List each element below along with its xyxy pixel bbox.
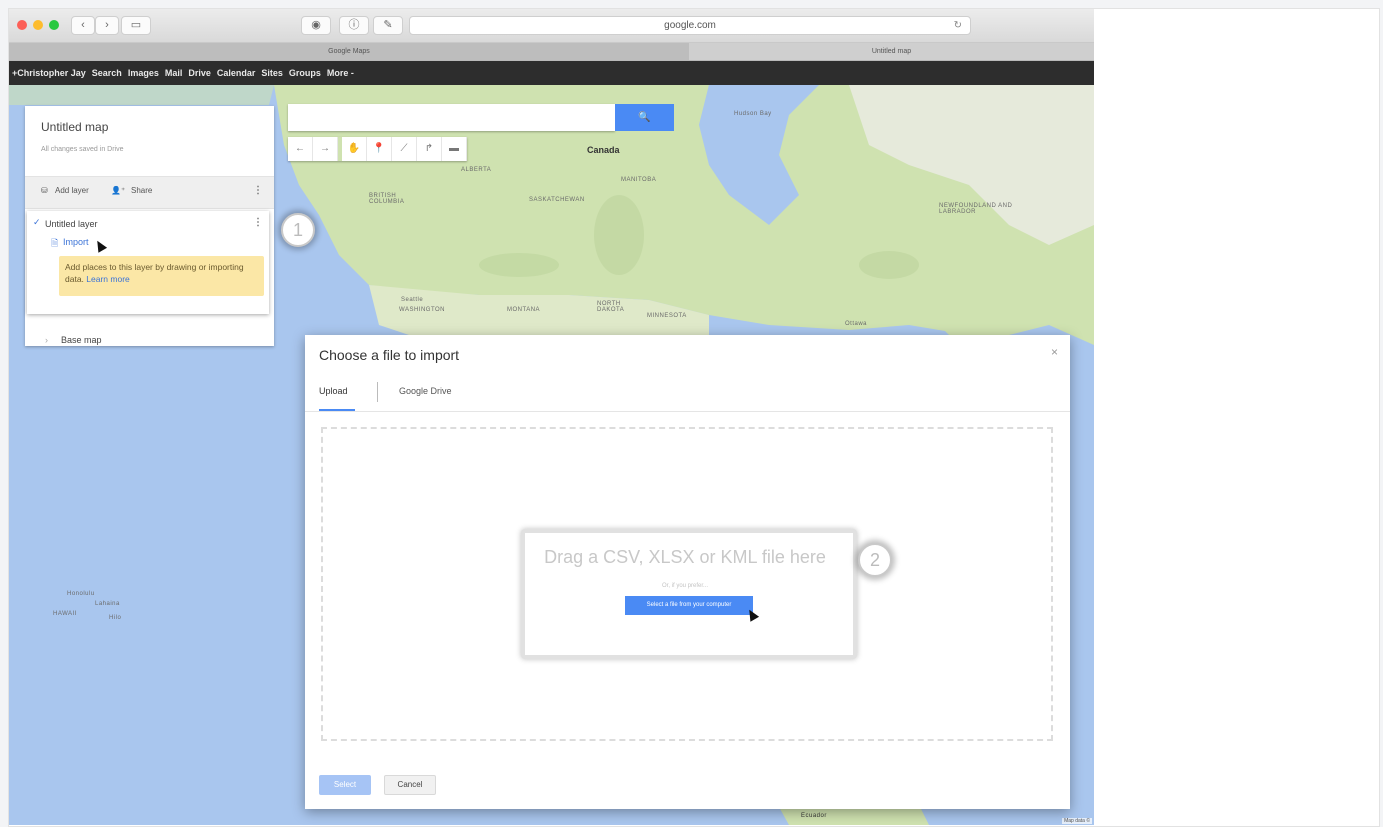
draw-line-icon[interactable]: ⟋ xyxy=(392,137,417,161)
share-icon[interactable]: 👤⁺ xyxy=(111,186,125,195)
back-arrow-icon[interactable]: ‹ xyxy=(71,16,95,35)
map-label-canada: Canada xyxy=(587,145,620,155)
google-bar-sites[interactable]: Sites xyxy=(258,68,286,78)
minimize-window-dot[interactable] xyxy=(33,20,43,30)
tab-google-maps[interactable]: Google Maps xyxy=(9,43,689,60)
pin-icon[interactable]: ✎ xyxy=(373,16,403,35)
directions-icon[interactable]: ↱ xyxy=(417,137,442,161)
sidebar-icon[interactable]: ▭ xyxy=(121,16,151,35)
google-bar-mail[interactable]: Mail xyxy=(162,68,186,78)
drawing-toolbar: ← → ✋ 📍 ⟋ ↱ ▬ xyxy=(288,137,467,161)
google-bar-user[interactable]: +Christopher Jay xyxy=(9,68,89,78)
google-bar-calendar[interactable]: Calendar xyxy=(214,68,259,78)
select-file-button[interactable]: Select a file from your computer xyxy=(625,596,753,615)
map-label-north-dakota: NORTH DAKOTA xyxy=(597,301,625,313)
add-layer-button[interactable]: Add layer xyxy=(55,186,89,195)
google-bar-search[interactable]: Search xyxy=(89,68,125,78)
extension-icon[interactable]: ◉ xyxy=(301,16,331,35)
reload-icon[interactable]: ↻ xyxy=(954,17,962,34)
browser-window: ‹ › ▭ ◉ ⓘ ✎ google.com ↻ Google Maps Unt… xyxy=(9,9,1094,825)
marker-icon[interactable]: 📍 xyxy=(367,137,392,161)
layer-card: ✓ Untitled layer ⋮ 🗎 Import Add places t… xyxy=(27,211,269,314)
address-bar[interactable]: google.com ↻ xyxy=(409,16,971,35)
map-side-panel: Untitled map All changes saved in Drive … xyxy=(25,106,274,346)
import-dialog: Choose a file to import × Upload Google … xyxy=(305,335,1070,809)
map-label-ecuador: Ecuador xyxy=(801,813,827,819)
share-button[interactable]: Share xyxy=(131,186,152,195)
forward-arrow-icon[interactable]: › xyxy=(95,16,119,35)
map-label-washington: WASHINGTON xyxy=(399,307,446,313)
map-label-hilo: Hilo xyxy=(109,615,122,621)
map-label-alberta: ALBERTA xyxy=(461,167,492,173)
address-text: google.com xyxy=(664,20,716,31)
browser-toolbar: ‹ › ▭ ◉ ⓘ ✎ google.com ↻ xyxy=(9,9,1094,43)
dialog-title: Choose a file to import xyxy=(319,347,460,363)
step-badge-1: 1 xyxy=(281,213,315,247)
save-status: All changes saved in Drive xyxy=(41,146,124,153)
info-icon[interactable]: ⓘ xyxy=(339,16,369,35)
learn-more-link[interactable]: Learn more xyxy=(86,274,129,284)
browser-tab-bar: Google Maps Untitled map xyxy=(9,43,1094,61)
close-icon[interactable]: × xyxy=(1051,345,1058,359)
ruler-icon[interactable]: ▬ xyxy=(442,137,467,161)
google-bar-groups[interactable]: Groups xyxy=(286,68,324,78)
layer-hint-box: Add places to this layer by drawing or i… xyxy=(59,256,264,296)
zoom-window-dot[interactable] xyxy=(49,20,59,30)
cancel-button[interactable]: Cancel xyxy=(384,775,436,795)
close-window-dot[interactable] xyxy=(17,20,27,30)
select-button[interactable]: Select xyxy=(319,775,371,795)
search-icon[interactable]: 🔍 xyxy=(615,104,674,131)
map-title[interactable]: Untitled map xyxy=(41,120,108,134)
dialog-tabs: Upload Google Drive xyxy=(305,375,1070,412)
base-map-chevron-icon[interactable]: › xyxy=(45,335,48,345)
google-bar-more[interactable]: More - xyxy=(324,68,357,78)
redo-icon[interactable]: → xyxy=(313,137,338,161)
undo-icon[interactable]: ← xyxy=(288,137,313,161)
map-label-newfoundland: NEWFOUNDLAND AND LABRADOR xyxy=(939,203,1013,215)
tab-google-drive[interactable]: Google Drive xyxy=(399,386,452,396)
map-label-minnesota: MINNESOTA xyxy=(647,313,687,319)
map-label-ottawa: Ottawa xyxy=(845,321,868,327)
map-label-saskatchewan: SASKATCHEWAN xyxy=(529,197,585,203)
add-layer-icon[interactable]: ⛁ xyxy=(41,186,48,195)
map-label-british-columbia: BRITISH COLUMBIA xyxy=(369,193,405,205)
map-label-manitoba: MANITOBA xyxy=(621,177,657,183)
layer-name[interactable]: Untitled layer xyxy=(45,219,98,229)
panel-action-bar: ⛁ Add layer 👤⁺ Share ⋮ xyxy=(25,176,274,209)
tab-separator xyxy=(377,382,378,402)
google-bar-drive[interactable]: Drive xyxy=(185,68,214,78)
step-badge-2: 2 xyxy=(858,543,892,577)
map-label-seattle: Seattle xyxy=(401,297,424,303)
tab-upload[interactable]: Upload xyxy=(319,386,348,396)
layer-options-icon[interactable]: ⋮ xyxy=(253,217,263,228)
mouse-cursor-icon xyxy=(92,238,108,253)
map-credit: Map data © xyxy=(1062,818,1092,824)
map-label-honolulu: Honolulu xyxy=(67,591,95,597)
hand-icon[interactable]: ✋ xyxy=(342,137,367,161)
import-file-icon[interactable]: 🗎 xyxy=(51,236,58,252)
map-search-input[interactable] xyxy=(288,104,615,131)
or-text: Or, if you prefer... xyxy=(661,583,709,589)
map-label-montana: MONTANA xyxy=(507,307,541,313)
map-options-icon[interactable]: ⋮ xyxy=(253,185,263,196)
google-bar-images[interactable]: Images xyxy=(125,68,162,78)
tab-upload-indicator xyxy=(319,409,355,411)
checkmark-icon[interactable]: ✓ xyxy=(33,217,41,228)
tab-untitled-map[interactable]: Untitled map xyxy=(689,43,1094,60)
google-bar: +Christopher Jay Search Images Mail Drive Cal… xyxy=(9,61,1094,85)
map-label-lahaina: Lahaina xyxy=(95,601,120,607)
map-label-hawaii: HAWAII xyxy=(53,611,77,617)
import-link[interactable]: Import xyxy=(63,237,89,247)
base-map-item[interactable]: Base map xyxy=(61,335,102,345)
map-label-hudson-bay: Hudson Bay xyxy=(734,111,772,117)
drop-prompt-box: Drag a CSV, XLSX or KML file here Or, if… xyxy=(521,529,857,659)
drop-instruction: Drag a CSV, XLSX or KML file here xyxy=(544,547,826,567)
